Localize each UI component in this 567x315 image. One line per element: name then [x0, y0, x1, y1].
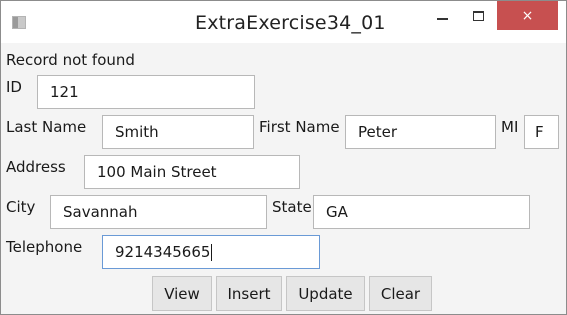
minimize-icon [436, 18, 448, 20]
first-name-label: First Name [259, 118, 340, 136]
maximize-icon [472, 11, 484, 21]
address-field[interactable]: 100 Main Street [84, 155, 300, 189]
telephone-value: 9214345665 [115, 243, 211, 261]
id-label: ID [6, 78, 22, 96]
address-label: Address [6, 158, 66, 176]
last-name-label: Last Name [6, 118, 87, 136]
text-caret [211, 244, 213, 261]
maximize-button[interactable] [461, 1, 495, 31]
view-button[interactable]: View [152, 276, 212, 311]
id-field[interactable]: 121 [37, 75, 255, 109]
app-window: ExtraExercise34_01 × Record not found ID… [0, 0, 567, 315]
last-name-field[interactable]: Smith [102, 115, 254, 149]
mi-field[interactable]: F [524, 115, 559, 149]
app-icon[interactable] [12, 16, 26, 29]
insert-button[interactable]: Insert [216, 276, 282, 311]
minimize-button[interactable] [425, 1, 459, 31]
update-button[interactable]: Update [286, 276, 365, 311]
telephone-label: Telephone [6, 238, 83, 256]
city-field[interactable]: Savannah [50, 195, 267, 229]
close-icon: × [521, 7, 534, 24]
close-button[interactable]: × [497, 1, 558, 30]
title-bar[interactable]: ExtraExercise34_01 × [1, 1, 566, 43]
first-name-field[interactable]: Peter [345, 115, 496, 149]
window-title: ExtraExercise34_01 [195, 12, 386, 34]
state-label: State [272, 198, 312, 216]
telephone-field[interactable]: 9214345665 [102, 235, 320, 269]
city-label: City [6, 198, 36, 216]
status-message: Record not found [6, 51, 135, 69]
mi-label: MI [501, 118, 519, 136]
clear-button[interactable]: Clear [369, 276, 432, 311]
form-pane: Record not found ID 121 Last Name Smith … [1, 43, 566, 314]
state-field[interactable]: GA [313, 195, 530, 229]
